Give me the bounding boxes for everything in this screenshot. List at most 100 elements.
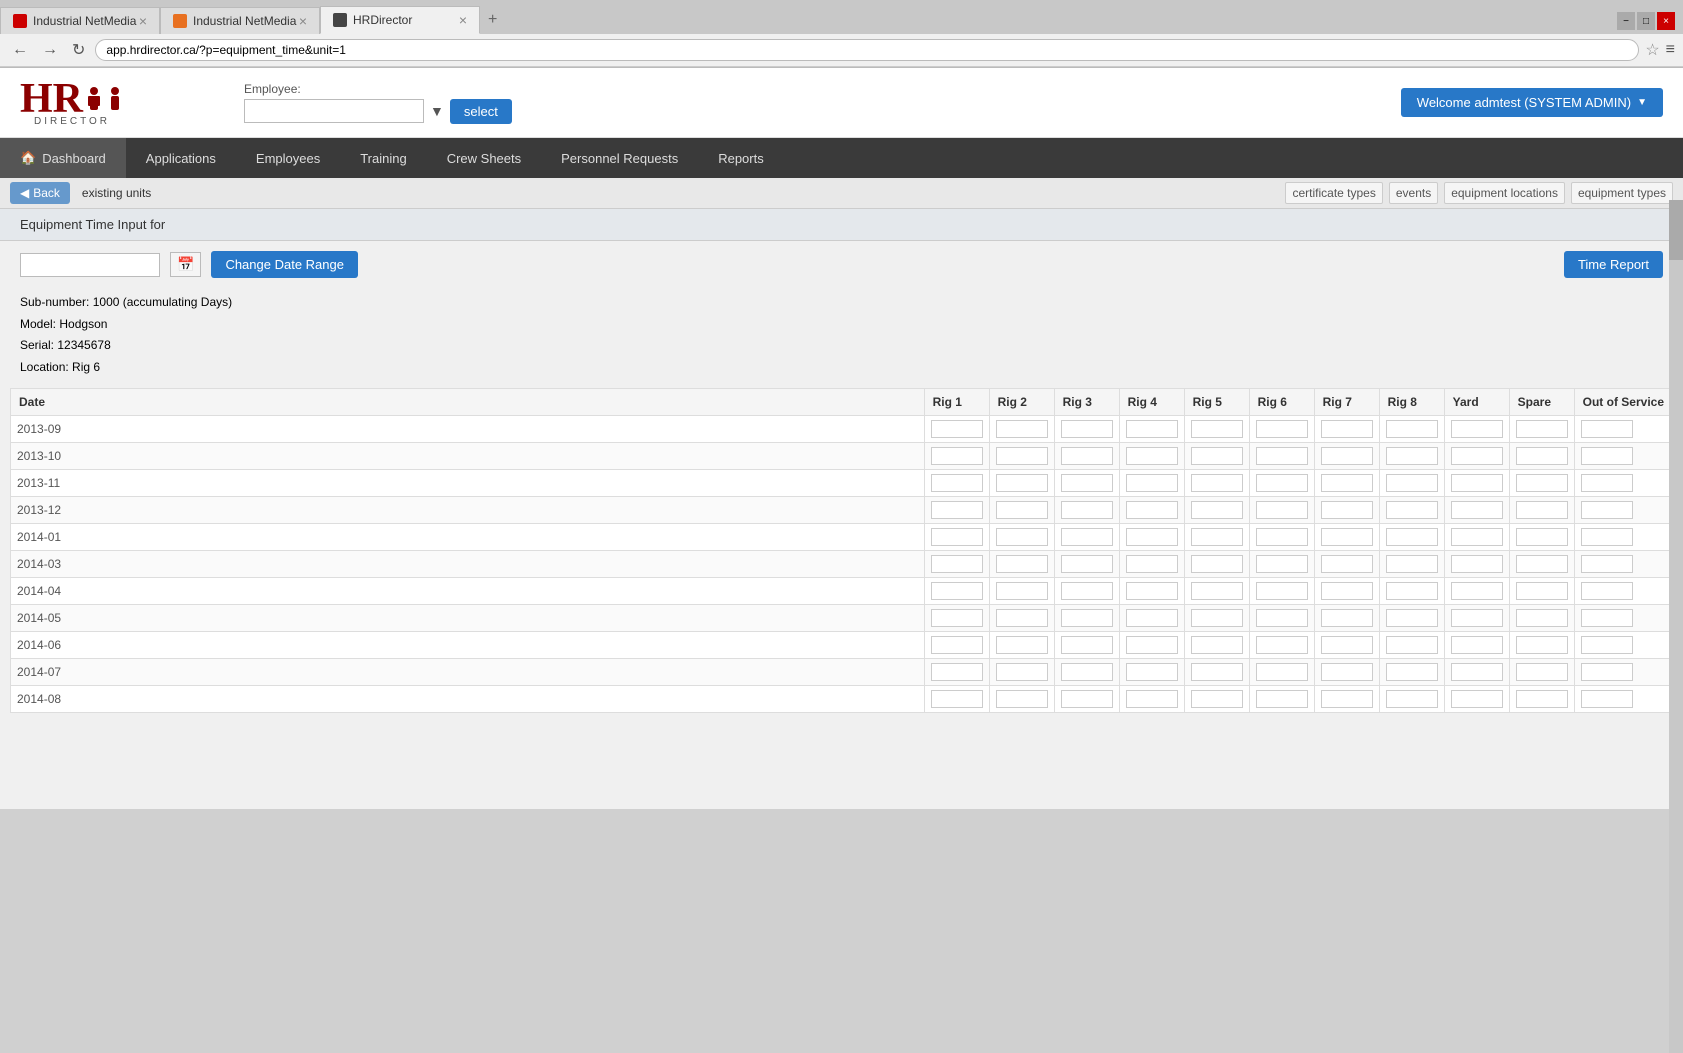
cell-input[interactable] bbox=[1509, 524, 1574, 551]
cell-input[interactable] bbox=[1249, 416, 1314, 443]
cell-input[interactable] bbox=[1249, 632, 1314, 659]
certificate-types-link[interactable]: certificate types bbox=[1285, 182, 1382, 204]
input-2013-12-col6[interactable] bbox=[1256, 501, 1308, 519]
employee-dropdown-button[interactable]: ▼ bbox=[430, 103, 444, 119]
cell-input[interactable] bbox=[1314, 551, 1379, 578]
cell-input[interactable] bbox=[924, 659, 989, 686]
input-2014-05-col2[interactable] bbox=[996, 609, 1048, 627]
input-2014-05-col8[interactable] bbox=[1386, 609, 1438, 627]
input-2013-12-col11[interactable] bbox=[1581, 501, 1633, 519]
cell-input[interactable] bbox=[1119, 632, 1184, 659]
input-2014-03-col6[interactable] bbox=[1256, 555, 1308, 573]
cell-input[interactable] bbox=[1249, 497, 1314, 524]
cell-input[interactable] bbox=[1184, 605, 1249, 632]
input-2013-12-col7[interactable] bbox=[1321, 501, 1373, 519]
input-2014-04-col6[interactable] bbox=[1256, 582, 1308, 600]
cell-input[interactable] bbox=[1574, 497, 1672, 524]
input-2014-07-col1[interactable] bbox=[931, 663, 983, 681]
input-2014-03-col5[interactable] bbox=[1191, 555, 1243, 573]
cell-input[interactable] bbox=[1314, 605, 1379, 632]
input-2013-10-col3[interactable] bbox=[1061, 447, 1113, 465]
cell-input[interactable] bbox=[924, 443, 989, 470]
input-2014-01-col8[interactable] bbox=[1386, 528, 1438, 546]
cell-input[interactable] bbox=[1379, 659, 1444, 686]
employee-input[interactable] bbox=[244, 99, 424, 123]
cell-input[interactable] bbox=[1119, 443, 1184, 470]
input-2013-12-col9[interactable] bbox=[1451, 501, 1503, 519]
input-2013-10-col1[interactable] bbox=[931, 447, 983, 465]
cell-input[interactable] bbox=[1054, 551, 1119, 578]
input-2014-06-col7[interactable] bbox=[1321, 636, 1373, 654]
input-2013-12-col10[interactable] bbox=[1516, 501, 1568, 519]
input-2014-04-col1[interactable] bbox=[931, 582, 983, 600]
cell-input[interactable] bbox=[989, 551, 1054, 578]
input-2013-10-col7[interactable] bbox=[1321, 447, 1373, 465]
input-2014-07-col9[interactable] bbox=[1451, 663, 1503, 681]
input-2014-08-col5[interactable] bbox=[1191, 690, 1243, 708]
cell-input[interactable] bbox=[1184, 524, 1249, 551]
input-2014-07-col3[interactable] bbox=[1061, 663, 1113, 681]
cell-input[interactable] bbox=[1054, 497, 1119, 524]
input-2014-01-col9[interactable] bbox=[1451, 528, 1503, 546]
input-2014-05-col5[interactable] bbox=[1191, 609, 1243, 627]
cell-input[interactable] bbox=[1574, 470, 1672, 497]
cell-input[interactable] bbox=[989, 605, 1054, 632]
cell-input[interactable] bbox=[1509, 497, 1574, 524]
cell-input[interactable] bbox=[1444, 470, 1509, 497]
cell-input[interactable] bbox=[1184, 470, 1249, 497]
cell-input[interactable] bbox=[1574, 551, 1672, 578]
cell-input[interactable] bbox=[1119, 578, 1184, 605]
input-2013-12-col3[interactable] bbox=[1061, 501, 1113, 519]
cell-input[interactable] bbox=[1119, 470, 1184, 497]
input-2014-07-col8[interactable] bbox=[1386, 663, 1438, 681]
nav-personnel-requests[interactable]: Personnel Requests bbox=[541, 138, 698, 178]
input-2014-04-col8[interactable] bbox=[1386, 582, 1438, 600]
input-2014-06-col11[interactable] bbox=[1581, 636, 1633, 654]
cell-input[interactable] bbox=[1574, 686, 1672, 713]
input-2014-01-col4[interactable] bbox=[1126, 528, 1178, 546]
cell-input[interactable] bbox=[1119, 416, 1184, 443]
cell-input[interactable] bbox=[1249, 578, 1314, 605]
cell-input[interactable] bbox=[1379, 470, 1444, 497]
cell-input[interactable] bbox=[1444, 497, 1509, 524]
nav-dashboard[interactable]: 🏠 Dashboard bbox=[0, 138, 126, 178]
cell-input[interactable] bbox=[1054, 524, 1119, 551]
cell-input[interactable] bbox=[989, 659, 1054, 686]
cell-input[interactable] bbox=[1444, 686, 1509, 713]
input-2014-01-col5[interactable] bbox=[1191, 528, 1243, 546]
input-2014-06-col1[interactable] bbox=[931, 636, 983, 654]
input-2014-06-col10[interactable] bbox=[1516, 636, 1568, 654]
cell-input[interactable] bbox=[1184, 686, 1249, 713]
browser-menu-icon[interactable]: ≡ bbox=[1666, 41, 1675, 59]
input-2014-06-col4[interactable] bbox=[1126, 636, 1178, 654]
cell-input[interactable] bbox=[1574, 416, 1672, 443]
input-2014-04-col4[interactable] bbox=[1126, 582, 1178, 600]
cell-input[interactable] bbox=[1379, 605, 1444, 632]
cell-input[interactable] bbox=[1249, 470, 1314, 497]
input-2014-08-col9[interactable] bbox=[1451, 690, 1503, 708]
input-2014-05-col4[interactable] bbox=[1126, 609, 1178, 627]
cell-input[interactable] bbox=[1444, 632, 1509, 659]
input-2014-01-col7[interactable] bbox=[1321, 528, 1373, 546]
input-2014-07-col5[interactable] bbox=[1191, 663, 1243, 681]
input-2013-09-col8[interactable] bbox=[1386, 420, 1438, 438]
cell-input[interactable] bbox=[1249, 443, 1314, 470]
window-close[interactable]: × bbox=[1657, 12, 1675, 30]
input-2014-01-col2[interactable] bbox=[996, 528, 1048, 546]
cell-input[interactable] bbox=[1574, 632, 1672, 659]
input-2013-11-col6[interactable] bbox=[1256, 474, 1308, 492]
cell-input[interactable] bbox=[989, 578, 1054, 605]
tab-close-3[interactable]: × bbox=[459, 12, 467, 28]
cell-input[interactable] bbox=[1509, 551, 1574, 578]
cell-input[interactable] bbox=[989, 632, 1054, 659]
cell-input[interactable] bbox=[989, 470, 1054, 497]
input-2014-06-col8[interactable] bbox=[1386, 636, 1438, 654]
input-2014-03-col3[interactable] bbox=[1061, 555, 1113, 573]
input-2014-05-col6[interactable] bbox=[1256, 609, 1308, 627]
nav-training[interactable]: Training bbox=[340, 138, 426, 178]
input-2014-08-col6[interactable] bbox=[1256, 690, 1308, 708]
input-2013-09-col4[interactable] bbox=[1126, 420, 1178, 438]
input-2013-12-col8[interactable] bbox=[1386, 501, 1438, 519]
input-2013-09-col10[interactable] bbox=[1516, 420, 1568, 438]
cell-input[interactable] bbox=[1509, 578, 1574, 605]
